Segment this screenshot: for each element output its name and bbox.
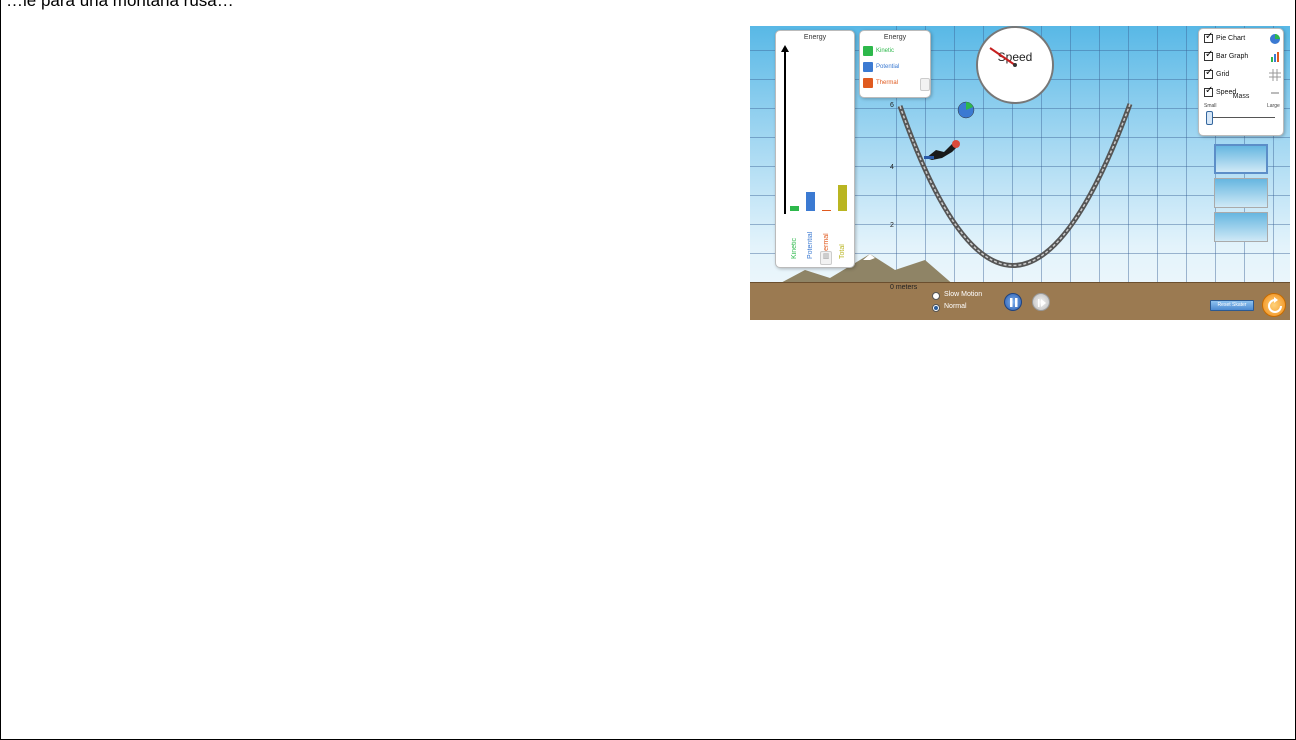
legend-kinetic: Kinetic xyxy=(863,45,894,56)
energy-pie-legend: Energy Kinetic Potential Thermal xyxy=(859,30,931,98)
normal-speed-label: Normal xyxy=(944,303,967,310)
legend-label-potential: Potential xyxy=(876,63,900,70)
bar-graph-icon xyxy=(1271,52,1279,62)
options-panel: Pie Chart Bar Graph Grid Speed Mass Smal… xyxy=(1198,28,1284,136)
clear-thermal-icon[interactable] xyxy=(920,78,930,91)
legend-thermal: Thermal xyxy=(863,77,898,88)
mass-large-label: Large xyxy=(1267,103,1280,109)
pie-chart-label: Pie Chart xyxy=(1216,35,1246,42)
grid-label: Grid xyxy=(1216,71,1230,78)
bar-graph-label: Bar Graph xyxy=(1216,53,1249,60)
reset-all-button[interactable] xyxy=(1262,293,1286,317)
page-caption: …le para una montaña rusa… xyxy=(6,0,234,10)
energy-bar-label: Potential xyxy=(807,231,814,259)
legend-label-kinetic: Kinetic xyxy=(876,47,895,54)
grid-checkbox-row[interactable]: Grid xyxy=(1204,67,1230,80)
grid-icon xyxy=(1269,69,1281,81)
skate-park-simulation[interactable]: 6 4 2 0 meters Energy Kinetic Potential Th… xyxy=(750,26,1290,320)
pie-chart-checkbox-row[interactable]: Pie Chart xyxy=(1204,31,1246,44)
slow-motion-label: Slow Motion xyxy=(944,291,983,298)
energy-bar-graph: Energy Kinetic Potential Thermal Total ▥ xyxy=(775,30,855,268)
reset-icon xyxy=(1268,297,1282,313)
kinetic-swatch xyxy=(863,45,873,56)
height-label-4: 4 xyxy=(890,164,894,171)
speedometer-needle xyxy=(989,47,1017,67)
thermal-swatch xyxy=(863,77,873,88)
track-option-parabola[interactable] xyxy=(1214,144,1268,174)
bar-axis xyxy=(784,49,786,214)
energy-bar-total xyxy=(838,185,847,211)
pause-button[interactable] xyxy=(1004,293,1022,311)
energy-bar-label: Total xyxy=(839,244,846,259)
mass-slider-track[interactable] xyxy=(1209,117,1275,118)
potential-swatch xyxy=(863,61,873,72)
reset-skater-button[interactable]: Reset Skater xyxy=(1210,300,1254,311)
bar-graph-checkbox[interactable] xyxy=(1204,49,1213,61)
height-label-2: 2 xyxy=(890,222,894,229)
energy-bar-potential xyxy=(806,191,815,211)
energy-bar-label: Kinetic xyxy=(791,237,798,259)
bar-graph-clear-icon[interactable]: ▥ xyxy=(820,251,832,265)
legend-label-thermal: Thermal xyxy=(876,79,899,86)
step-icon xyxy=(1038,299,1046,307)
mass-title: Mass xyxy=(1232,93,1250,100)
mass-slider-thumb[interactable] xyxy=(1206,111,1213,125)
normal-speed-radio[interactable] xyxy=(932,304,940,312)
pause-icon xyxy=(1010,298,1018,307)
pie-chart-checkbox[interactable] xyxy=(1204,31,1213,43)
height-label-6: 6 xyxy=(890,102,894,109)
energy-bar-thermal xyxy=(822,210,831,211)
speedometer: Speed xyxy=(976,26,1054,104)
skater-icon[interactable] xyxy=(922,136,962,162)
pie-chart-icon xyxy=(1270,34,1280,44)
grid-checkbox[interactable] xyxy=(1204,67,1213,79)
legend-potential: Potential xyxy=(863,61,899,72)
bar-graph-checkbox-row[interactable]: Bar Graph xyxy=(1204,49,1249,62)
track-option-ramp[interactable] xyxy=(1214,178,1268,208)
track-option-double-well[interactable] xyxy=(1214,212,1268,242)
slow-motion-radio[interactable] xyxy=(932,292,940,300)
mass-small-label: Small xyxy=(1204,103,1217,109)
pie-legend-title: Energy xyxy=(883,34,907,41)
skater-pie-chart xyxy=(957,101,975,119)
bar-graph-title: Energy xyxy=(803,34,827,41)
height-label-0: 0 meters xyxy=(890,284,918,291)
energy-bar-kinetic xyxy=(790,206,799,211)
step-button[interactable] xyxy=(1032,293,1050,311)
